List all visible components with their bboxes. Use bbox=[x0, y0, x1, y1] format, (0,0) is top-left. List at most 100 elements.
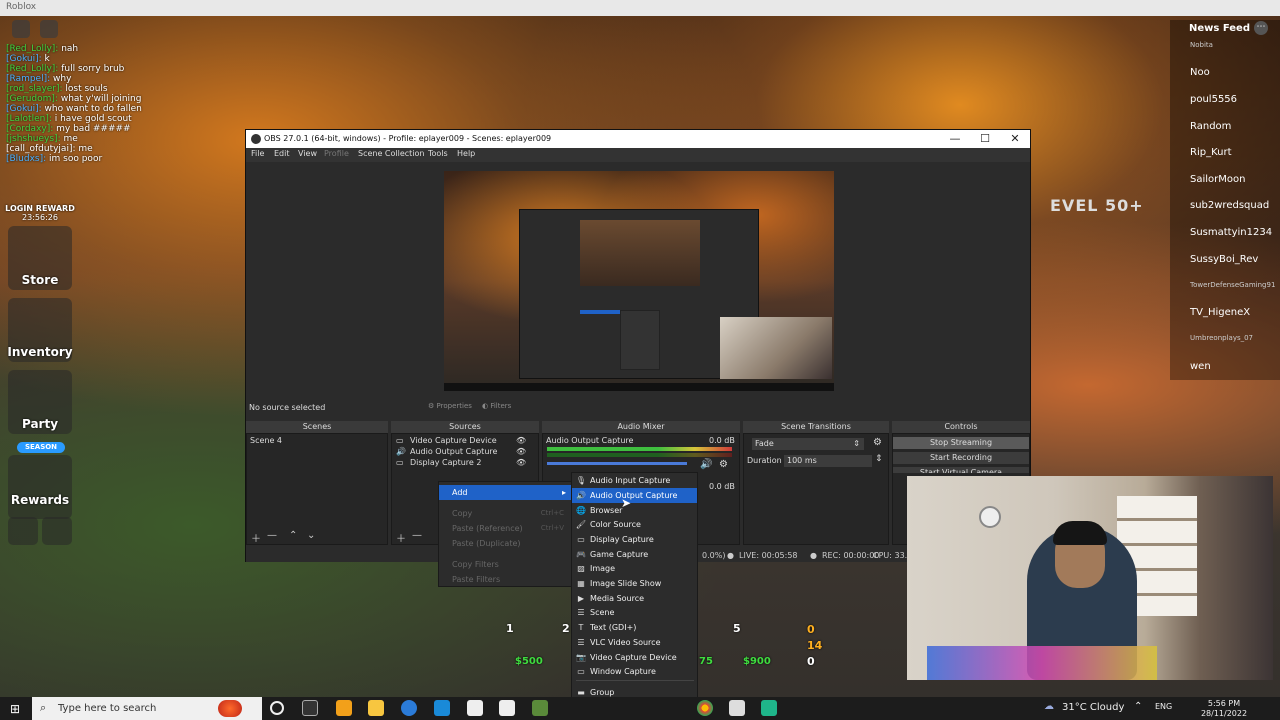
obs-title-bar[interactable]: OBS 27.0.1 (64-bit, windows) - Profile: … bbox=[246, 130, 1030, 148]
chat-username[interactable]: [Bludxs]: bbox=[6, 154, 46, 164]
start-virtual-camera-button[interactable]: Start Virtual Camera bbox=[893, 467, 1029, 473]
chat-username[interactable]: [Red_Lolly]: bbox=[6, 64, 58, 74]
minecraft-icon[interactable] bbox=[532, 700, 548, 716]
chat-username[interactable]: [Gokui]: bbox=[6, 104, 42, 114]
app-icon[interactable] bbox=[761, 700, 777, 716]
news-feed-player[interactable]: wen bbox=[1190, 361, 1211, 372]
add-game-capture[interactable]: 🎮 Game Capture bbox=[572, 547, 697, 562]
gear-icon[interactable]: ⚙ bbox=[873, 437, 882, 448]
mute-icon[interactable]: 🔊 bbox=[700, 459, 712, 470]
search-highlight-icon[interactable] bbox=[218, 700, 242, 717]
chat-username[interactable]: [Lalotlen]: bbox=[6, 114, 52, 124]
rewards-label[interactable]: Rewards bbox=[0, 493, 80, 507]
stepper-icon[interactable]: ⇕ bbox=[875, 454, 883, 464]
document-icon[interactable] bbox=[467, 700, 483, 716]
filters-button[interactable]: ◐ Filters bbox=[482, 402, 511, 410]
file-explorer-icon[interactable] bbox=[368, 700, 384, 716]
context-item-paste-duplicate[interactable]: Paste (Duplicate) bbox=[439, 536, 572, 551]
add-video-capture-device[interactable]: 📷 Video Capture Device bbox=[572, 650, 697, 665]
news-feed-player[interactable]: Random bbox=[1190, 121, 1231, 132]
mail-icon[interactable] bbox=[434, 700, 450, 716]
menu-view[interactable]: View bbox=[298, 149, 317, 158]
news-feed-player[interactable]: TV_HigeneX bbox=[1190, 307, 1250, 318]
move-up-icon[interactable]: ⌃ bbox=[289, 530, 297, 541]
chat-username[interactable]: [Gokui]: bbox=[6, 54, 42, 64]
chat-toggle-icon[interactable] bbox=[40, 20, 58, 38]
news-feed-player[interactable]: Umbreonplays_07 bbox=[1190, 334, 1253, 342]
roblox-menu-icon[interactable] bbox=[12, 20, 30, 38]
language-indicator[interactable]: ENG bbox=[1155, 702, 1172, 711]
roblox-icon[interactable] bbox=[729, 700, 745, 716]
add-browser[interactable]: 🌐 Browser bbox=[572, 503, 697, 518]
move-down-icon[interactable]: ⌄ bbox=[307, 530, 315, 541]
clock[interactable]: 5:56 PM 28/11/2022 bbox=[1199, 699, 1249, 719]
menu-tools[interactable]: Tools bbox=[428, 149, 448, 158]
menu-profile[interactable]: Profile bbox=[324, 149, 349, 158]
news-feed-player[interactable]: Noo bbox=[1190, 67, 1210, 78]
chat-username[interactable]: [Cordaxy]: bbox=[6, 124, 53, 134]
chat-username[interactable]: [Gerudom]: bbox=[6, 94, 58, 104]
app-icon[interactable] bbox=[336, 700, 352, 716]
stop-streaming-button[interactable]: Stop Streaming bbox=[893, 437, 1029, 449]
edge-icon[interactable] bbox=[401, 700, 417, 716]
source-item[interactable]: Video Capture Device bbox=[410, 436, 497, 445]
add-media-source[interactable]: ▶ Media Source bbox=[572, 591, 697, 606]
chat-username[interactable]: [rod_slayer]: bbox=[6, 84, 63, 94]
eye-icon[interactable]: 👁 bbox=[516, 447, 526, 456]
add-display-capture[interactable]: ▭ Display Capture bbox=[572, 532, 697, 547]
duration-input[interactable]: 100 ms bbox=[784, 455, 872, 467]
source-item[interactable]: Display Capture 2 bbox=[410, 458, 481, 467]
add-audio-output-capture[interactable]: 🔊 Audio Output Capture bbox=[572, 488, 697, 503]
cortana-icon[interactable] bbox=[270, 701, 284, 715]
add-image[interactable]: ▨ Image bbox=[572, 561, 697, 576]
add-source-icon[interactable]: ＋ bbox=[396, 530, 406, 545]
chat-username[interactable]: [jshshueys]: bbox=[6, 134, 61, 144]
add-scene-icon[interactable]: ＋ bbox=[251, 530, 261, 545]
news-feed-player[interactable]: Susmattyin1234 bbox=[1190, 227, 1272, 238]
properties-button[interactable]: ⚙ Properties bbox=[428, 402, 472, 410]
gear-icon[interactable]: ⚙ bbox=[719, 459, 728, 470]
news-feed-player[interactable]: sub2wredsquad bbox=[1190, 200, 1269, 211]
add-image-slide-show[interactable]: ▦ Image Slide Show bbox=[572, 576, 697, 591]
more-options-icon[interactable]: ⋯ bbox=[1254, 21, 1268, 35]
remove-source-icon[interactable]: — bbox=[412, 530, 422, 541]
context-item-add[interactable]: Add ▸ bbox=[439, 485, 572, 500]
preview-canvas[interactable] bbox=[444, 171, 834, 391]
context-item-paste-reference[interactable]: Paste (Reference) Ctrl+V bbox=[439, 521, 572, 536]
windows-start-icon[interactable]: ⊞ bbox=[10, 702, 20, 716]
news-feed-player[interactable]: Nobita bbox=[1190, 41, 1213, 49]
task-view-icon[interactable] bbox=[302, 700, 318, 716]
chat-username[interactable]: [Red_Lolly]: bbox=[6, 44, 58, 54]
menu-help[interactable]: Help bbox=[457, 149, 475, 158]
party-label[interactable]: Party bbox=[0, 417, 80, 431]
menu-edit[interactable]: Edit bbox=[274, 149, 290, 158]
transition-select[interactable]: Fade ⇕ bbox=[752, 438, 864, 450]
extra-tile-1[interactable] bbox=[8, 517, 38, 545]
add-vlc-video-source[interactable]: ☰ VLC Video Source bbox=[572, 635, 697, 650]
menu-file[interactable]: File bbox=[251, 149, 264, 158]
extra-tile-2[interactable] bbox=[42, 517, 72, 545]
chat-username[interactable]: [Rampel]: bbox=[6, 74, 50, 84]
document-icon[interactable] bbox=[499, 700, 515, 716]
add-text-gdi[interactable]: T Text (GDI+) bbox=[572, 620, 697, 635]
add-audio-input-capture[interactable]: 🎙 Audio Input Capture bbox=[572, 473, 697, 488]
scene-item[interactable]: Scene 4 bbox=[250, 436, 282, 445]
store-label[interactable]: Store bbox=[0, 273, 80, 287]
news-feed-player[interactable]: poul5556 bbox=[1190, 94, 1237, 105]
volume-slider[interactable] bbox=[547, 462, 687, 465]
start-recording-button[interactable]: Start Recording bbox=[893, 452, 1029, 464]
maximize-icon[interactable]: ☐ bbox=[970, 130, 1000, 148]
context-item-copy-filters[interactable]: Copy Filters bbox=[439, 557, 572, 572]
close-icon[interactable]: ✕ bbox=[1000, 130, 1030, 148]
news-feed-player[interactable]: SailorMoon bbox=[1190, 174, 1245, 185]
context-item-paste-filters[interactable]: Paste Filters bbox=[439, 572, 572, 587]
eye-icon[interactable]: 👁 bbox=[516, 436, 526, 445]
eye-icon[interactable]: 👁 bbox=[516, 458, 526, 467]
add-window-capture[interactable]: ▭ Window Capture bbox=[572, 664, 697, 679]
menu-scene-collection[interactable]: Scene Collection bbox=[358, 149, 425, 158]
news-feed-player[interactable]: SussyBoi_Rev bbox=[1190, 254, 1258, 265]
chevron-up-icon[interactable]: ⌃ bbox=[1134, 701, 1142, 712]
news-feed-player[interactable]: Rip_Kurt bbox=[1190, 147, 1232, 158]
remove-scene-icon[interactable]: — bbox=[267, 530, 277, 541]
login-reward[interactable]: LOGIN REWARD 23:56:26 bbox=[4, 204, 76, 222]
